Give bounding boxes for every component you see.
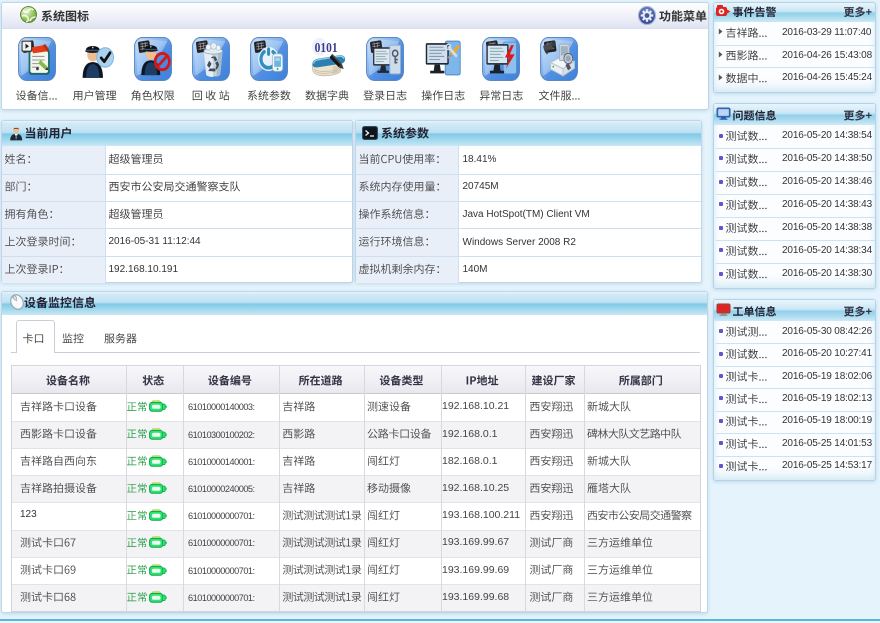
svg-text:0101: 0101 [315,40,338,55]
